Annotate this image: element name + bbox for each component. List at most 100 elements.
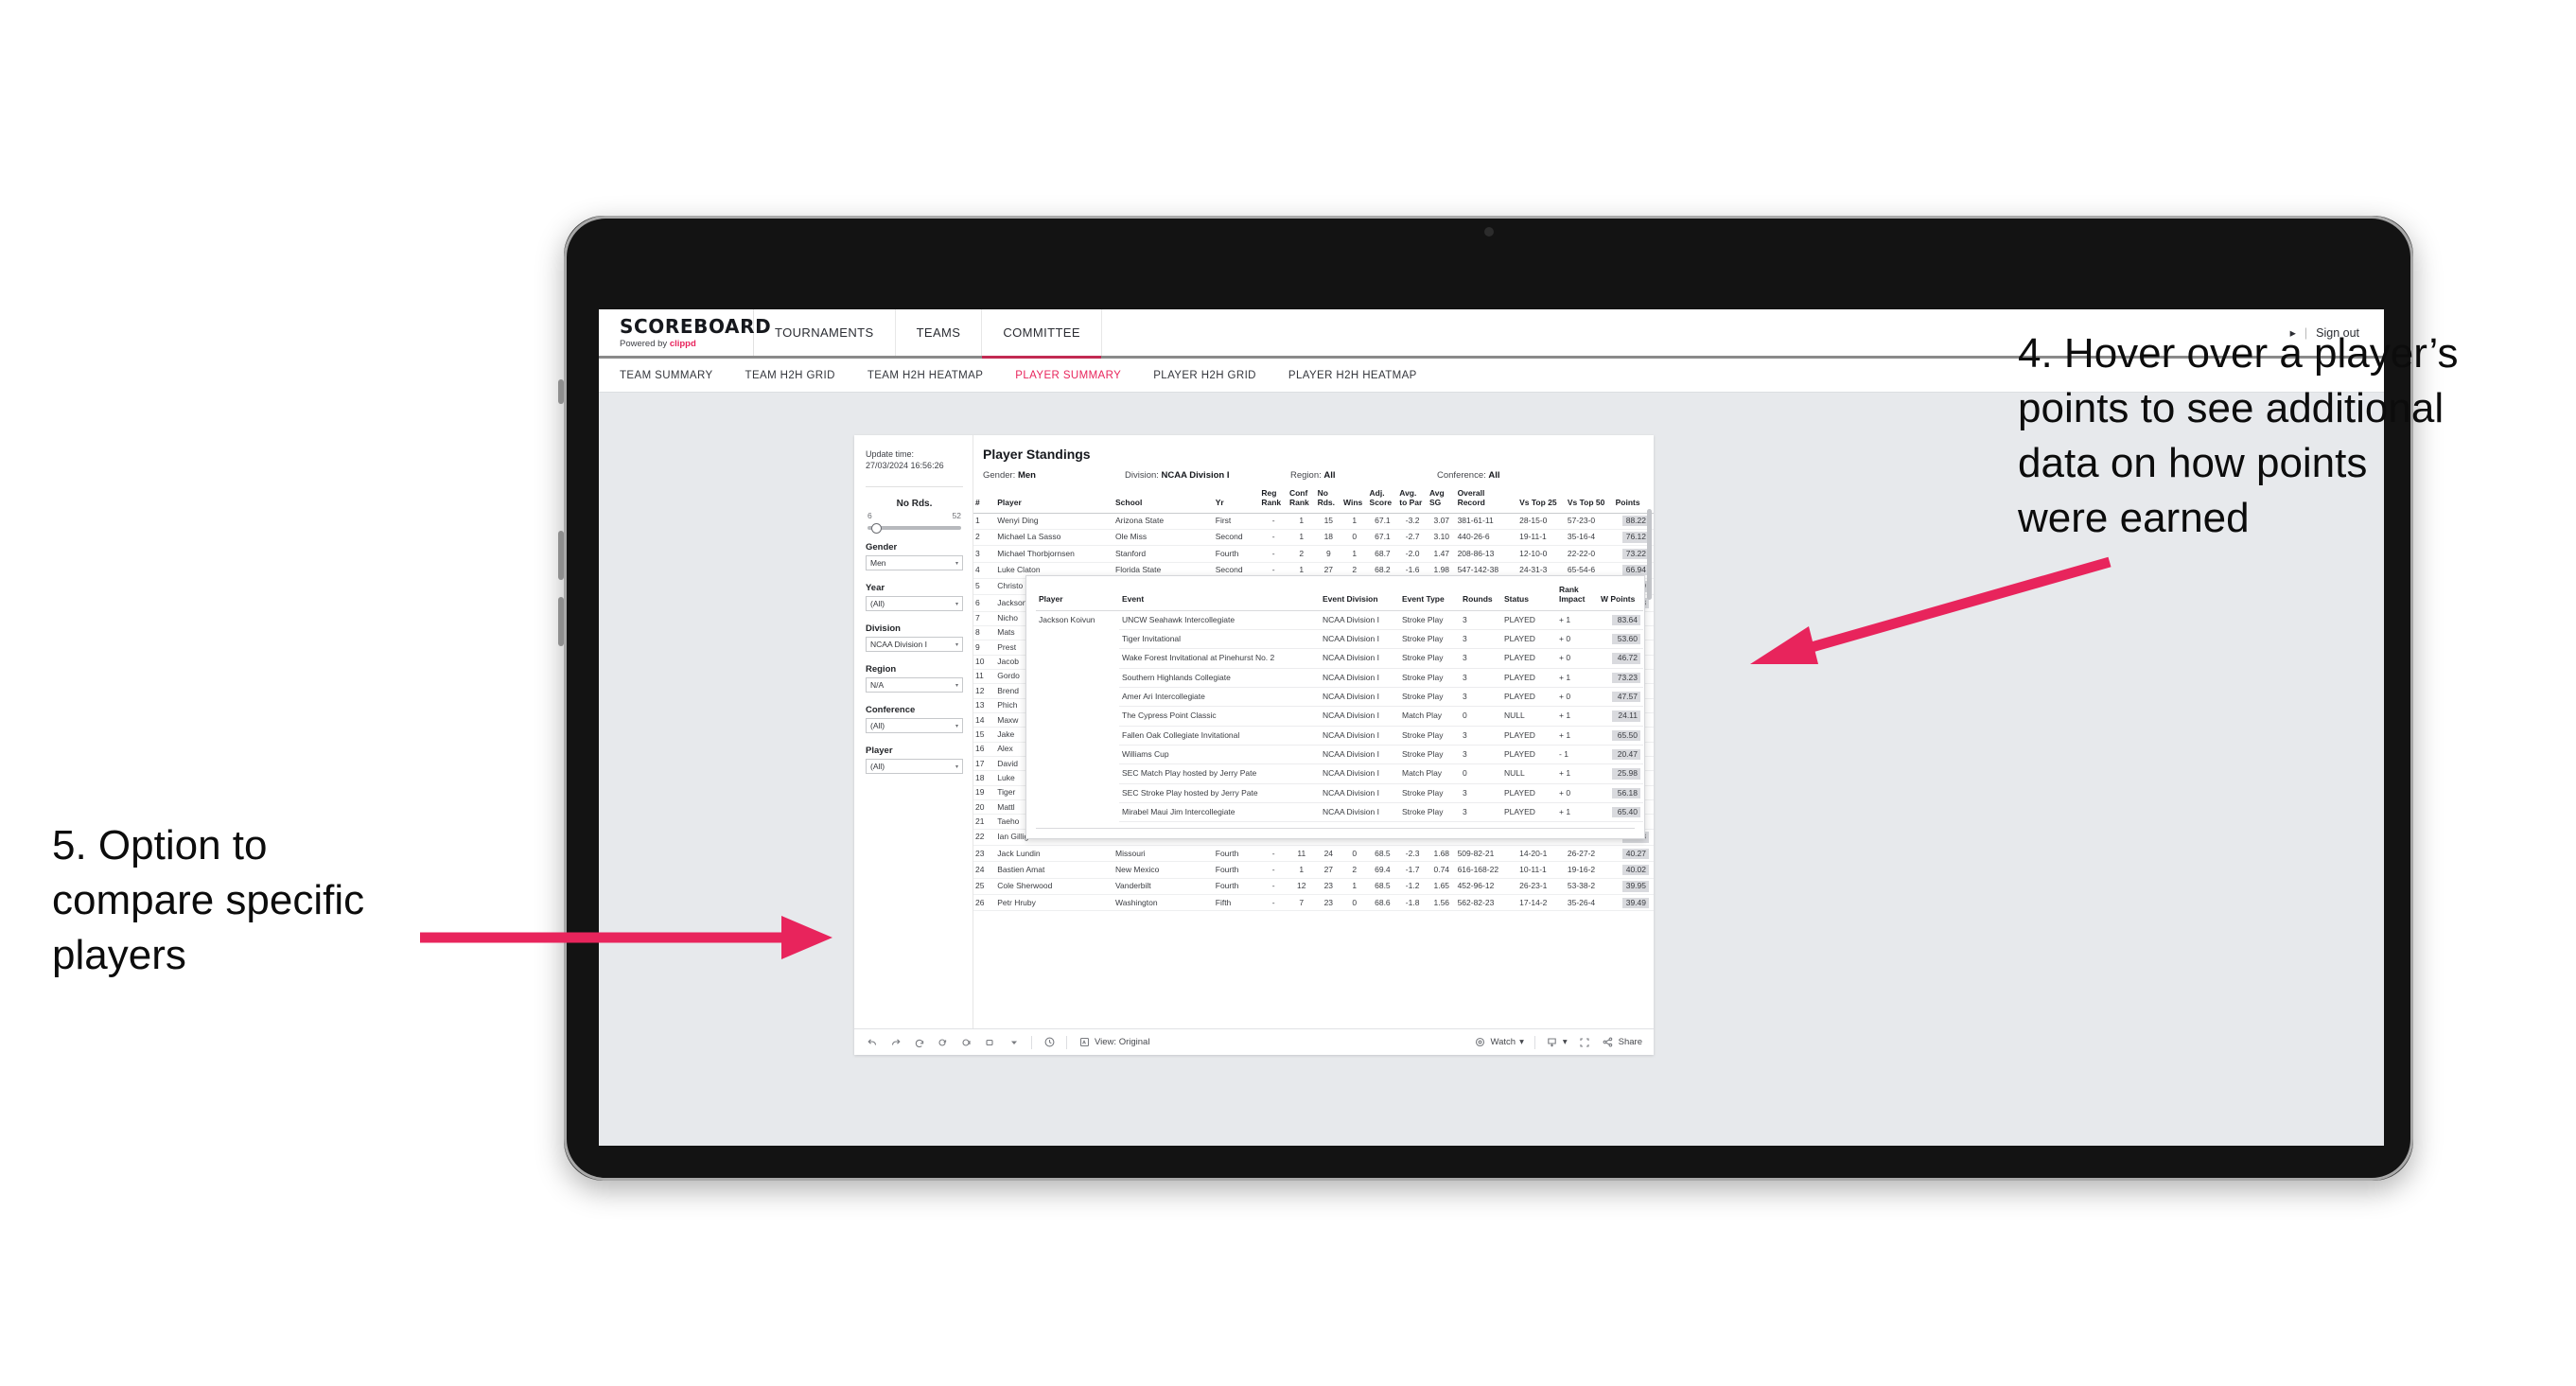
col-conf-rank[interactable]: Conf Rank — [1287, 486, 1316, 514]
col-wins[interactable]: Wins — [1341, 486, 1368, 514]
chevron-down-icon[interactable] — [1008, 1036, 1021, 1049]
share-label: Share — [1618, 1037, 1642, 1047]
subnav-player-summary[interactable]: PLAYER SUMMARY — [1015, 370, 1121, 381]
meta-conference-label: Conference: — [1437, 470, 1486, 481]
points-badge[interactable]: 39.95 — [1622, 881, 1649, 892]
view-original-toggle-icon[interactable] — [984, 1036, 997, 1049]
subnav-team-summary[interactable]: TEAM SUMMARY — [620, 370, 713, 381]
cell-rank: 9 — [973, 640, 996, 656]
table-row[interactable]: 24 Bastien Amat New Mexico Fourth -1 27 2 69.4-… — [973, 861, 1654, 879]
points-badge[interactable]: 40.02 — [1622, 864, 1649, 876]
filter-gender-select[interactable]: Men ▾ — [866, 555, 963, 571]
download-button[interactable]: ▾ — [1546, 1036, 1568, 1049]
col-rank[interactable]: # — [973, 486, 996, 514]
nav-committee[interactable]: COMMITTEE — [982, 309, 1102, 359]
table-row[interactable]: 1 Wenyi Ding Arizona State First -1 15 1 67.1 -3… — [973, 513, 1654, 530]
share-button[interactable]: Share — [1602, 1036, 1642, 1049]
table-row[interactable]: 25 Cole Sherwood Vanderbilt Fourth -12 23 1 68.… — [973, 878, 1654, 896]
points-badge[interactable]: 76.12 — [1622, 532, 1649, 543]
filter-region-select[interactable]: N/A ▾ — [866, 677, 963, 693]
cell-school: Vanderbilt — [1113, 878, 1214, 896]
tooltip-cell-impact: + 1 — [1556, 802, 1598, 823]
tooltip-row: Fallen Oak Collegiate Invitational NCAA D… — [1036, 726, 1643, 746]
points-badge[interactable]: 66.94 — [1622, 565, 1649, 576]
col-avg-to-par[interactable]: Avg. to Par — [1397, 486, 1428, 514]
table-vertical-scrollbar[interactable] — [1647, 509, 1652, 600]
col-reg-rank[interactable]: Reg Rank — [1259, 486, 1288, 514]
undo-icon[interactable] — [866, 1036, 879, 1049]
col-vs-top-50[interactable]: Vs Top 50 — [1565, 486, 1614, 514]
col-no-rds[interactable]: No Rds. — [1315, 486, 1342, 514]
brand-logo[interactable]: SCOREBOARD Powered by clippd — [599, 309, 771, 356]
cell-rank: 24 — [973, 861, 996, 879]
watch-button[interactable]: Watch ▾ — [1474, 1036, 1524, 1049]
clock-history-icon[interactable] — [1043, 1036, 1056, 1049]
cell-rank: 16 — [973, 742, 996, 758]
filter-division-select[interactable]: NCAA Division I ▾ — [866, 637, 963, 653]
tooltip-cell-rounds: 3 — [1460, 783, 1501, 803]
tablet-power-button[interactable] — [558, 379, 564, 404]
viz-container: Update time: 27/03/2024 16:56:26 No Rds.… — [854, 435, 1654, 1055]
cell-conf: 7 — [1287, 894, 1316, 912]
fullscreen-icon[interactable] — [1578, 1036, 1591, 1049]
cell-t25: 26-23-1 — [1517, 878, 1566, 896]
col-avg-sg[interactable]: Avg SG — [1427, 486, 1456, 514]
cell-reg: - — [1259, 861, 1288, 879]
col-overall-record[interactable]: Overall Record — [1455, 486, 1518, 514]
subnav-team-h2h-heatmap[interactable]: TEAM H2H HEATMAP — [867, 370, 983, 381]
table-row[interactable]: 26 Petr Hruby Washington Fifth -7 23 0 68.6 -1.8… — [973, 894, 1654, 912]
nav-tournaments[interactable]: TOURNAMENTS — [754, 309, 896, 356]
filter-year-select[interactable]: (All) ▾ — [866, 596, 963, 612]
tooltip-cell-division: NCAA Division I — [1320, 706, 1399, 727]
tooltip-cell-points: 56.18 — [1598, 783, 1643, 803]
col-player[interactable]: Player — [995, 486, 1114, 514]
tooltip-table-head: Player Event Event Division Event Type R… — [1036, 584, 1643, 611]
col-vs-top-25[interactable]: Vs Top 25 — [1517, 486, 1566, 514]
filter-conference-select[interactable]: (All) ▾ — [866, 718, 963, 734]
table-row[interactable]: 3 Michael Thorbjornsen Stanford Fourth -2 9 1 6… — [973, 545, 1654, 563]
filter-player-select[interactable]: (All) ▾ — [866, 759, 963, 775]
table-row[interactable]: 2 Michael La Sasso Ole Miss Second -1 18 0 67.1… — [973, 529, 1654, 547]
redo-icon[interactable] — [889, 1036, 902, 1049]
subnav-player-h2h-grid[interactable]: PLAYER H2H GRID — [1153, 370, 1256, 381]
tooltip-cell-status: NULL — [1501, 706, 1556, 727]
tooltip-cell-player: Jackson Koivun — [1039, 614, 1095, 624]
meta-division-value: NCAA Division I — [1161, 470, 1230, 481]
view-original-button[interactable]: View: Original — [1078, 1036, 1149, 1049]
tt-col-w-points: W Points — [1598, 584, 1643, 611]
subnav-team-h2h-grid[interactable]: TEAM H2H GRID — [745, 370, 835, 381]
cell-rds: 24 — [1315, 845, 1342, 863]
refresh-icon[interactable] — [937, 1036, 950, 1049]
revert-icon[interactable] — [913, 1036, 926, 1049]
cell-sg: 1.65 — [1427, 878, 1456, 896]
col-school[interactable]: School — [1113, 486, 1214, 514]
tooltip-cell-impact: + 0 — [1556, 629, 1598, 650]
table-row[interactable]: 23 Jack Lundin Missouri Fourth -11 24 0 68.5 -2.… — [973, 845, 1654, 863]
col-adj-score[interactable]: Adj. Score — [1367, 486, 1398, 514]
points-badge[interactable]: 88.22 — [1622, 516, 1649, 527]
no-rounds-slider[interactable]: No Rds. 6 52 — [866, 499, 963, 534]
tooltip-row: Jackson Koivun UNCW Seahawk Intercollegia… — [1036, 610, 1643, 630]
slider-handle[interactable] — [871, 522, 882, 534]
tablet-volume-up-button[interactable] — [558, 531, 564, 580]
slider-track[interactable] — [867, 522, 961, 534]
nav-teams[interactable]: TEAMS — [896, 309, 983, 356]
viz-toolbar: View: Original Watch ▾ ▾ Share — [854, 1028, 1654, 1055]
cell-wins: 1 — [1341, 545, 1368, 563]
watch-icon — [1474, 1036, 1487, 1049]
subnav-player-h2h-heatmap[interactable]: PLAYER H2H HEATMAP — [1288, 370, 1417, 381]
tooltip-cell-type: Stroke Play — [1399, 610, 1460, 630]
points-badge[interactable]: 39.49 — [1622, 897, 1649, 908]
tooltip-cell-impact: + 1 — [1556, 706, 1598, 727]
cell-reg: - — [1259, 894, 1288, 912]
tooltip-cell-status: PLAYED — [1501, 668, 1556, 688]
col-year[interactable]: Yr — [1213, 486, 1260, 514]
chevron-down-icon: ▾ — [1519, 1037, 1524, 1047]
tooltip-cell-points: 53.60 — [1598, 629, 1643, 650]
report-header: Player Standings Gender: Men Division: N… — [973, 435, 1654, 486]
points-badge[interactable]: 73.22 — [1622, 548, 1649, 560]
points-badge[interactable]: 40.27 — [1622, 848, 1649, 859]
cell-rank: 10 — [973, 655, 996, 670]
tablet-volume-down-button[interactable] — [558, 597, 564, 646]
pause-updates-icon[interactable] — [960, 1036, 973, 1049]
